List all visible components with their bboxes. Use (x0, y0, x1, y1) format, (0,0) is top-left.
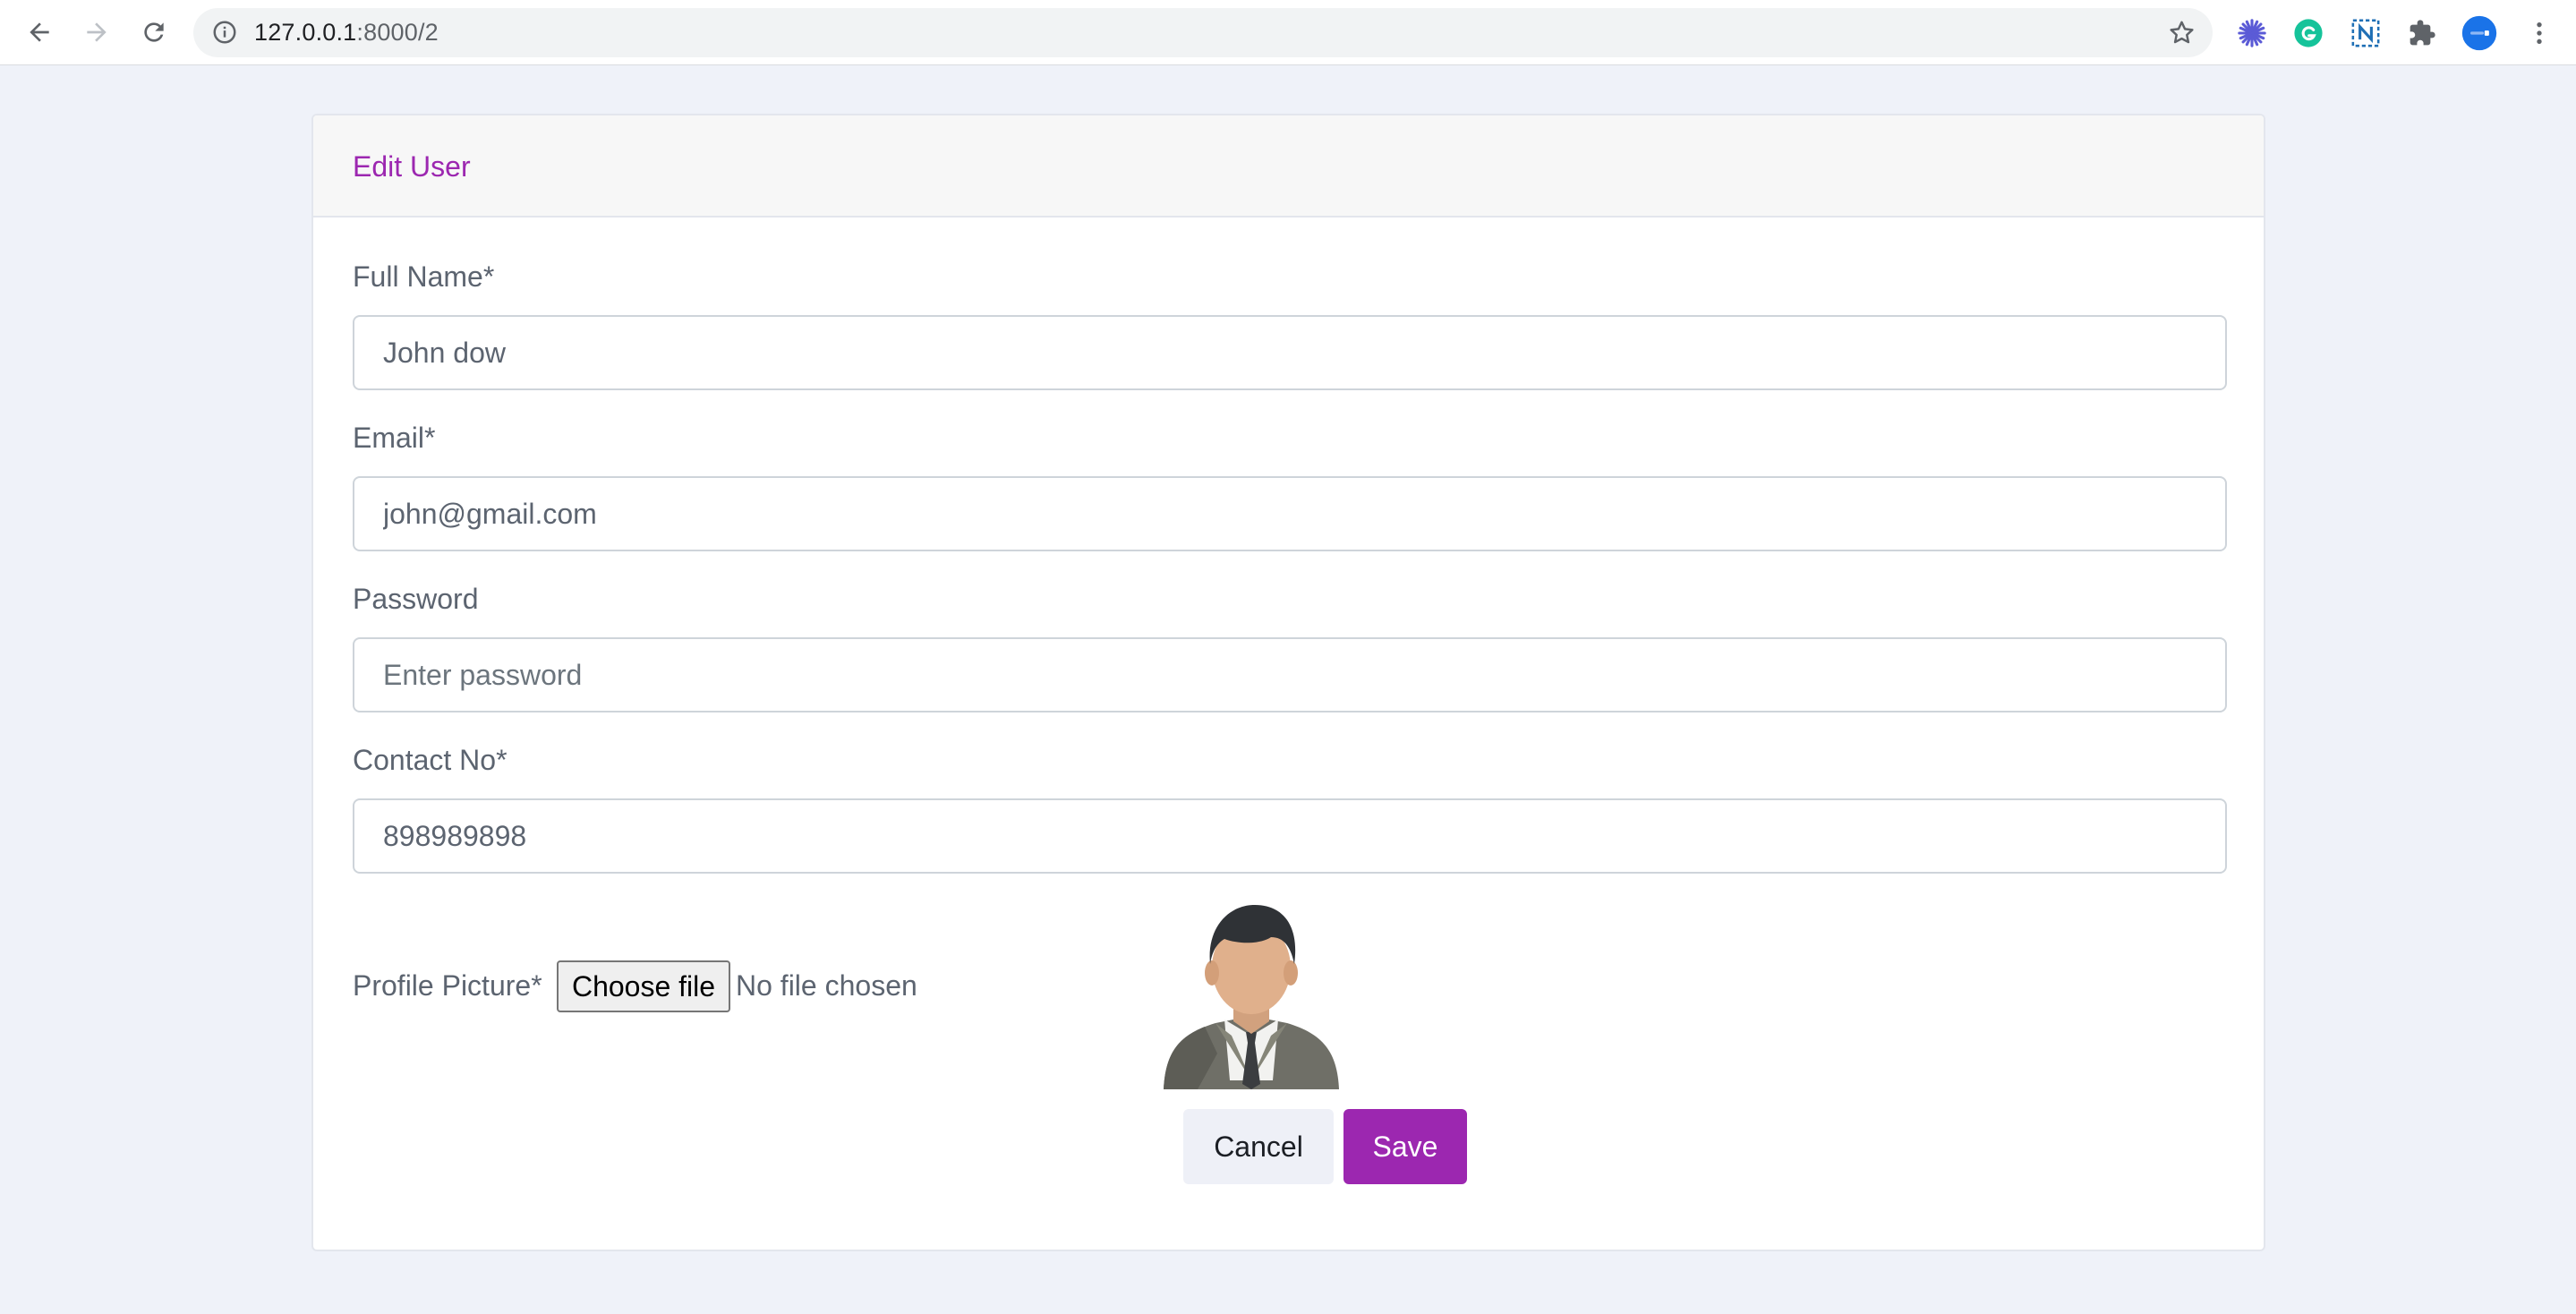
profile-picture-label: Profile Picture* (353, 969, 542, 1002)
profile-avatar-icon[interactable] (2461, 15, 2497, 51)
address-bar[interactable]: 127.0.0.1:8000/2 (193, 8, 2213, 57)
forward-button[interactable] (77, 13, 116, 52)
more-menu-icon[interactable] (2521, 15, 2557, 51)
contact-no-input[interactable] (353, 798, 2227, 874)
password-label: Password (353, 583, 479, 615)
browser-toolbar: 127.0.0.1:8000/2 (0, 0, 2576, 65)
back-button[interactable] (20, 13, 59, 52)
contact-no-label: Contact No* (353, 744, 508, 776)
edit-user-card: Edit User Full Name* Email* Password Con… (311, 114, 2265, 1251)
page-title: Edit User (353, 150, 471, 183)
file-status-text: No file chosen (736, 969, 917, 1002)
email-input[interactable] (353, 476, 2227, 551)
url-host: 127.0.0.1 (254, 19, 357, 46)
extensions-puzzle-icon[interactable] (2404, 15, 2440, 51)
profile-avatar-image (1164, 905, 1339, 1089)
info-icon[interactable] (211, 19, 238, 46)
url-text[interactable]: 127.0.0.1:8000/2 (254, 8, 439, 57)
card-header: Edit User (313, 115, 2264, 218)
bookmark-star-icon[interactable] (2167, 18, 2196, 47)
arrow-left-icon (30, 22, 49, 42)
url-path: :8000/2 (356, 19, 439, 46)
reload-icon (144, 22, 164, 42)
reload-button[interactable] (134, 13, 174, 52)
email-label: Email* (353, 422, 436, 454)
password-input[interactable] (353, 637, 2227, 712)
cancel-button[interactable]: Cancel (1183, 1109, 1334, 1184)
grammarly-icon[interactable] (2290, 15, 2326, 51)
extension-asterisk-icon[interactable] (2234, 15, 2270, 51)
notion-clipper-icon[interactable] (2348, 15, 2384, 51)
full-name-label: Full Name* (353, 260, 495, 293)
save-button[interactable]: Save (1343, 1109, 1467, 1184)
choose-file-button[interactable]: Choose file (557, 960, 730, 1012)
arrow-right-icon (87, 22, 107, 42)
full-name-input[interactable] (353, 315, 2227, 390)
